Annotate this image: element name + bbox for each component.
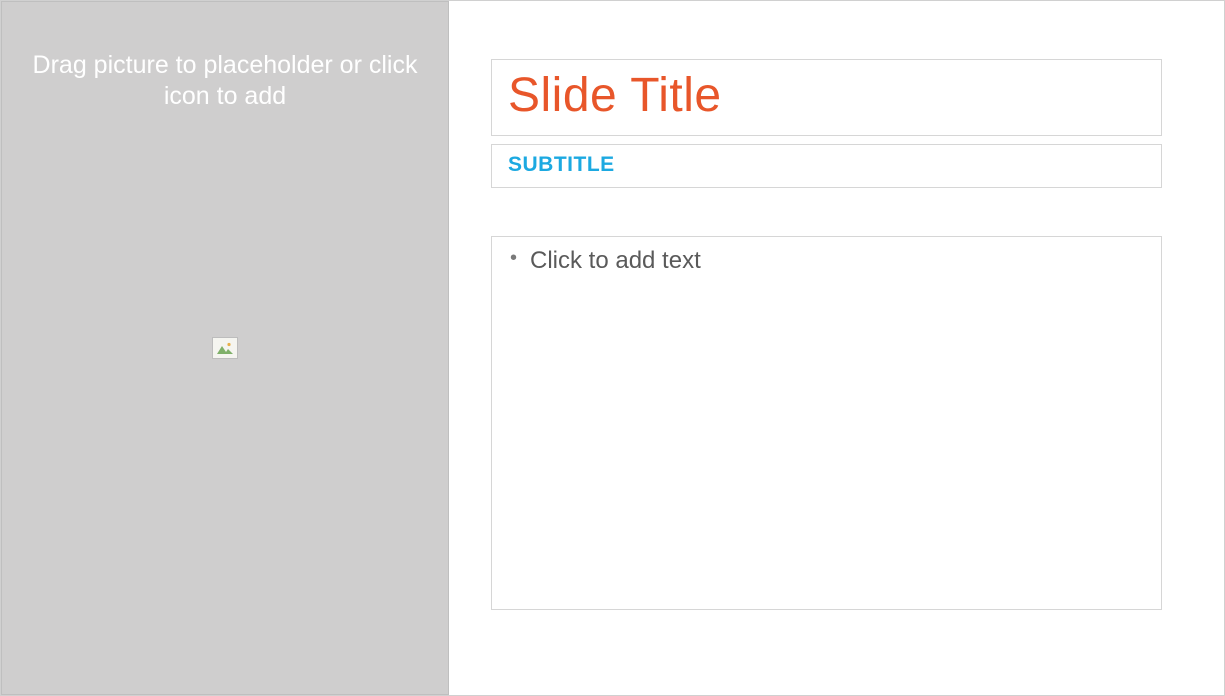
image-icon[interactable] bbox=[212, 337, 238, 359]
title-text: Slide Title bbox=[508, 64, 1145, 129]
body-placeholder[interactable]: Click to add text bbox=[491, 236, 1162, 610]
picture-placeholder-instruction: Drag picture to placeholder or click ico… bbox=[2, 50, 448, 113]
picture-placeholder[interactable]: Drag picture to placeholder or click ico… bbox=[1, 1, 449, 695]
slide-content-area: Slide Title SUBTITLE Click to add text bbox=[449, 1, 1224, 695]
title-placeholder[interactable]: Slide Title bbox=[491, 59, 1162, 136]
subtitle-text: SUBTITLE bbox=[508, 153, 1145, 177]
subtitle-placeholder[interactable]: SUBTITLE bbox=[491, 144, 1162, 188]
body-text: Click to add text bbox=[508, 247, 1145, 275]
